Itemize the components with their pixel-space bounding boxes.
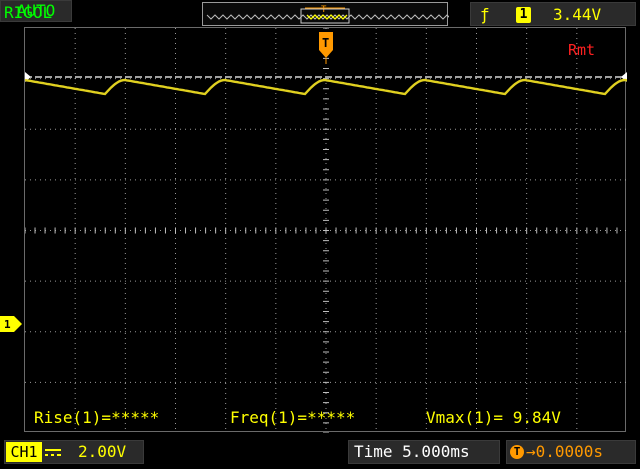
dc-coupling-icon xyxy=(45,449,61,456)
svg-text:T: T xyxy=(321,5,327,15)
waveform-display[interactable]: T xyxy=(24,27,627,433)
channel1-tag: CH1 xyxy=(6,442,42,462)
graticule: T xyxy=(25,28,627,433)
memory-depth-strip: T xyxy=(202,2,449,26)
measurement-vmax: Vmax(1)= 9.84V xyxy=(426,408,561,427)
channel-marker-label: 1 xyxy=(4,318,11,331)
channel1-scale: 2.00V xyxy=(78,442,127,461)
trigger-offset-readout: →0.0000s xyxy=(526,442,604,461)
trigger-level-readout: 3.44V xyxy=(553,5,602,24)
measurement-rise: Rise(1)=***** xyxy=(34,408,160,427)
measurement-freq: Freq(1)=***** xyxy=(230,408,356,427)
trigger-position-label: T xyxy=(322,36,329,50)
waveform-overview-icon: T xyxy=(206,5,449,24)
trigger-slope-icon: ƒ xyxy=(480,5,490,24)
timebase-readout: Time 5.000ms xyxy=(354,442,470,461)
channel1-trace xyxy=(25,78,627,96)
remote-indicator: Rmt xyxy=(568,41,596,59)
trigger-position-icon: T xyxy=(319,32,333,64)
trigger-source-badge: 1 xyxy=(516,7,531,23)
brand-label: RIGOL xyxy=(4,3,53,22)
trigger-offset-icon: T xyxy=(510,445,524,459)
channel1-ground-marker[interactable]: 1 xyxy=(0,316,24,332)
